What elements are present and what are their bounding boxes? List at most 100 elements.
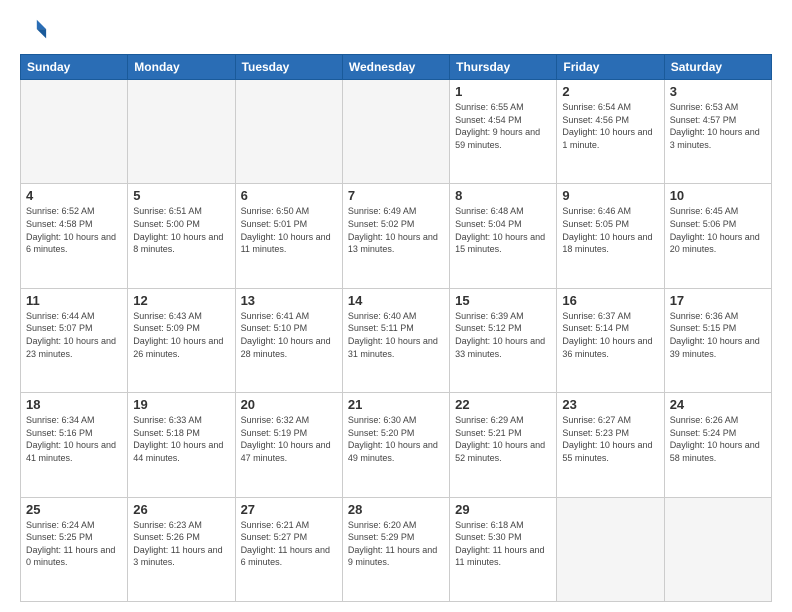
day-number: 7 xyxy=(348,188,444,203)
day-info: Sunrise: 6:53 AMSunset: 4:57 PMDaylight:… xyxy=(670,101,766,151)
day-info: Sunrise: 6:26 AMSunset: 5:24 PMDaylight:… xyxy=(670,414,766,464)
day-number: 15 xyxy=(455,293,551,308)
calendar-cell: 9 Sunrise: 6:46 AMSunset: 5:05 PMDaylight… xyxy=(557,184,664,288)
day-info: Sunrise: 6:36 AMSunset: 5:15 PMDaylight:… xyxy=(670,310,766,360)
day-info: Sunrise: 6:32 AMSunset: 5:19 PMDaylight:… xyxy=(241,414,337,464)
calendar-cell: 1Sunrise: 6:55 AMSunset: 4:54 PMDaylight… xyxy=(450,80,557,184)
day-info: Sunrise: 6:54 AMSunset: 4:56 PMDaylight:… xyxy=(562,101,658,151)
calendar-cell: 11 Sunrise: 6:44 AMSunset: 5:07 PMDayligh… xyxy=(21,288,128,392)
weekday-header: Wednesday xyxy=(342,55,449,80)
day-number: 20 xyxy=(241,397,337,412)
calendar-cell: 5Sunrise: 6:51 AMSunset: 5:00 PMDaylight… xyxy=(128,184,235,288)
calendar-cell: 7 Sunrise: 6:49 AMSunset: 5:02 PMDaylight… xyxy=(342,184,449,288)
day-info: Sunrise: 6:49 AMSunset: 5:02 PMDaylight:… xyxy=(348,205,444,255)
day-number: 24 xyxy=(670,397,766,412)
day-number: 8 xyxy=(455,188,551,203)
page: SundayMondayTuesdayWednesdayThursdayFrid… xyxy=(0,0,792,612)
day-info: Sunrise: 6:23 AMSunset: 5:26 PMDaylight:… xyxy=(133,519,229,569)
calendar-cell xyxy=(235,80,342,184)
day-number: 28 xyxy=(348,502,444,517)
day-info: Sunrise: 6:39 AMSunset: 5:12 PMDaylight:… xyxy=(455,310,551,360)
day-info: Sunrise: 6:21 AMSunset: 5:27 PMDaylight:… xyxy=(241,519,337,569)
day-info: Sunrise: 6:41 AMSunset: 5:10 PMDaylight:… xyxy=(241,310,337,360)
logo xyxy=(20,16,52,44)
day-info: Sunrise: 6:46 AMSunset: 5:05 PMDaylight:… xyxy=(562,205,658,255)
calendar-week-row: 11 Sunrise: 6:44 AMSunset: 5:07 PMDayligh… xyxy=(21,288,772,392)
logo-icon xyxy=(20,16,48,44)
weekday-header: Friday xyxy=(557,55,664,80)
day-info: Sunrise: 6:40 AMSunset: 5:11 PMDaylight:… xyxy=(348,310,444,360)
day-number: 27 xyxy=(241,502,337,517)
day-number: 22 xyxy=(455,397,551,412)
day-number: 26 xyxy=(133,502,229,517)
calendar-cell xyxy=(21,80,128,184)
day-number: 2 xyxy=(562,84,658,99)
day-info: Sunrise: 6:27 AMSunset: 5:23 PMDaylight:… xyxy=(562,414,658,464)
day-number: 14 xyxy=(348,293,444,308)
calendar-cell: 29 Sunrise: 6:18 AMSunset: 5:30 PMDayligh… xyxy=(450,497,557,601)
calendar-cell: 17 Sunrise: 6:36 AMSunset: 5:15 PMDayligh… xyxy=(664,288,771,392)
day-number: 6 xyxy=(241,188,337,203)
calendar-cell: 6 Sunrise: 6:50 AMSunset: 5:01 PMDaylight… xyxy=(235,184,342,288)
day-info: Sunrise: 6:34 AMSunset: 5:16 PMDaylight:… xyxy=(26,414,122,464)
day-info: Sunrise: 6:48 AMSunset: 5:04 PMDaylight:… xyxy=(455,205,551,255)
calendar-cell xyxy=(342,80,449,184)
calendar-cell: 12 Sunrise: 6:43 AMSunset: 5:09 PMDayligh… xyxy=(128,288,235,392)
day-info: Sunrise: 6:44 AMSunset: 5:07 PMDaylight:… xyxy=(26,310,122,360)
day-number: 16 xyxy=(562,293,658,308)
day-number: 19 xyxy=(133,397,229,412)
day-number: 5 xyxy=(133,188,229,203)
calendar-week-row: 1Sunrise: 6:55 AMSunset: 4:54 PMDaylight… xyxy=(21,80,772,184)
calendar-cell: 25Sunrise: 6:24 AMSunset: 5:25 PMDayligh… xyxy=(21,497,128,601)
weekday-header: Tuesday xyxy=(235,55,342,80)
calendar-cell: 8 Sunrise: 6:48 AMSunset: 5:04 PMDaylight… xyxy=(450,184,557,288)
calendar-cell: 16 Sunrise: 6:37 AMSunset: 5:14 PMDayligh… xyxy=(557,288,664,392)
calendar-cell: 28Sunrise: 6:20 AMSunset: 5:29 PMDayligh… xyxy=(342,497,449,601)
day-number: 25 xyxy=(26,502,122,517)
calendar-cell: 4Sunrise: 6:52 AMSunset: 4:58 PMDaylight… xyxy=(21,184,128,288)
day-info: Sunrise: 6:55 AMSunset: 4:54 PMDaylight:… xyxy=(455,101,551,151)
day-number: 13 xyxy=(241,293,337,308)
calendar-week-row: 18Sunrise: 6:34 AMSunset: 5:16 PMDayligh… xyxy=(21,393,772,497)
calendar-cell xyxy=(128,80,235,184)
calendar-cell: 21 Sunrise: 6:30 AMSunset: 5:20 PMDayligh… xyxy=(342,393,449,497)
day-info: Sunrise: 6:43 AMSunset: 5:09 PMDaylight:… xyxy=(133,310,229,360)
calendar-cell: 18Sunrise: 6:34 AMSunset: 5:16 PMDayligh… xyxy=(21,393,128,497)
calendar-cell: 20 Sunrise: 6:32 AMSunset: 5:19 PMDayligh… xyxy=(235,393,342,497)
calendar-cell: 27 Sunrise: 6:21 AMSunset: 5:27 PMDayligh… xyxy=(235,497,342,601)
day-info: Sunrise: 6:45 AMSunset: 5:06 PMDaylight:… xyxy=(670,205,766,255)
day-info: Sunrise: 6:50 AMSunset: 5:01 PMDaylight:… xyxy=(241,205,337,255)
calendar-cell: 24 Sunrise: 6:26 AMSunset: 5:24 PMDayligh… xyxy=(664,393,771,497)
weekday-header: Monday xyxy=(128,55,235,80)
day-number: 17 xyxy=(670,293,766,308)
calendar-week-row: 25Sunrise: 6:24 AMSunset: 5:25 PMDayligh… xyxy=(21,497,772,601)
calendar-table: SundayMondayTuesdayWednesdayThursdayFrid… xyxy=(20,54,772,602)
calendar-week-row: 4Sunrise: 6:52 AMSunset: 4:58 PMDaylight… xyxy=(21,184,772,288)
day-info: Sunrise: 6:29 AMSunset: 5:21 PMDaylight:… xyxy=(455,414,551,464)
day-info: Sunrise: 6:30 AMSunset: 5:20 PMDaylight:… xyxy=(348,414,444,464)
day-info: Sunrise: 6:33 AMSunset: 5:18 PMDaylight:… xyxy=(133,414,229,464)
weekday-header: Sunday xyxy=(21,55,128,80)
calendar-cell: 23Sunrise: 6:27 AMSunset: 5:23 PMDayligh… xyxy=(557,393,664,497)
calendar-body: 1Sunrise: 6:55 AMSunset: 4:54 PMDaylight… xyxy=(21,80,772,602)
weekday-header: Thursday xyxy=(450,55,557,80)
day-number: 12 xyxy=(133,293,229,308)
calendar-cell xyxy=(557,497,664,601)
calendar-cell: 3Sunrise: 6:53 AMSunset: 4:57 PMDaylight… xyxy=(664,80,771,184)
calendar-cell: 22 Sunrise: 6:29 AMSunset: 5:21 PMDayligh… xyxy=(450,393,557,497)
day-number: 29 xyxy=(455,502,551,517)
day-number: 21 xyxy=(348,397,444,412)
day-number: 9 xyxy=(562,188,658,203)
day-info: Sunrise: 6:37 AMSunset: 5:14 PMDaylight:… xyxy=(562,310,658,360)
calendar-header: SundayMondayTuesdayWednesdayThursdayFrid… xyxy=(21,55,772,80)
weekday-header: Saturday xyxy=(664,55,771,80)
day-info: Sunrise: 6:18 AMSunset: 5:30 PMDaylight:… xyxy=(455,519,551,569)
day-number: 11 xyxy=(26,293,122,308)
calendar-cell: 10Sunrise: 6:45 AMSunset: 5:06 PMDayligh… xyxy=(664,184,771,288)
header xyxy=(20,16,772,44)
calendar-cell: 13 Sunrise: 6:41 AMSunset: 5:10 PMDayligh… xyxy=(235,288,342,392)
weekday-row: SundayMondayTuesdayWednesdayThursdayFrid… xyxy=(21,55,772,80)
day-info: Sunrise: 6:52 AMSunset: 4:58 PMDaylight:… xyxy=(26,205,122,255)
calendar-cell: 2 Sunrise: 6:54 AMSunset: 4:56 PMDaylight… xyxy=(557,80,664,184)
calendar-cell: 19 Sunrise: 6:33 AMSunset: 5:18 PMDayligh… xyxy=(128,393,235,497)
